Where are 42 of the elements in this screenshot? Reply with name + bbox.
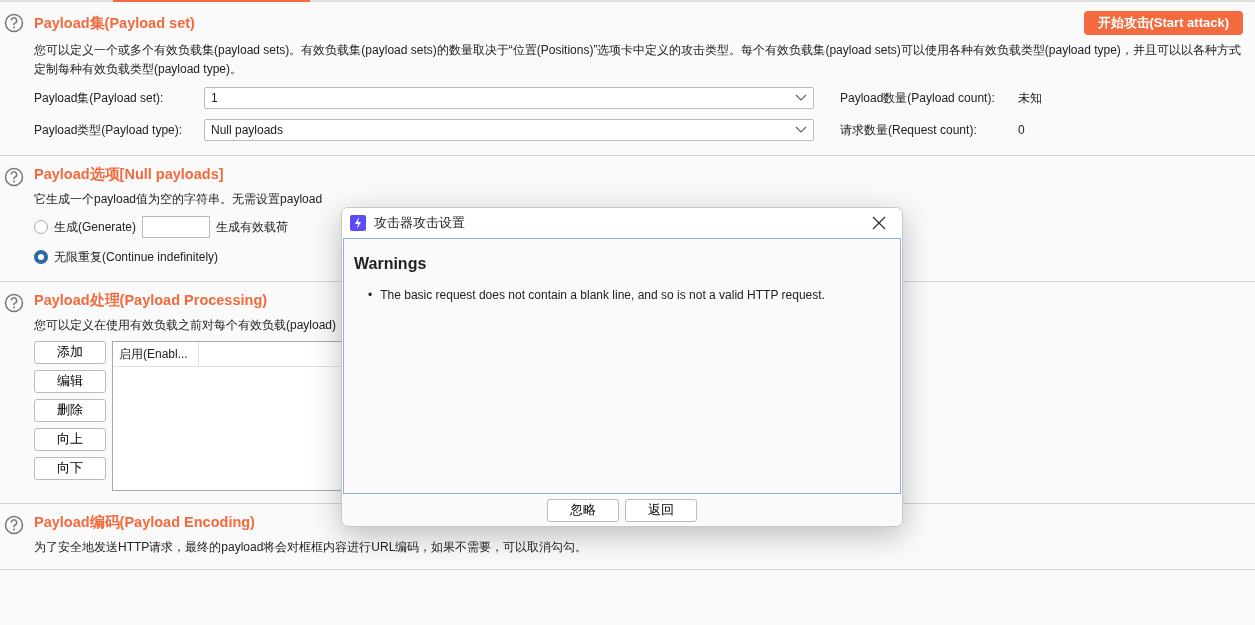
warning-text: The basic request does not contain a blank line, and so is not a valid HTTP request. bbox=[380, 287, 825, 303]
dropdown[interactable]: 1 bbox=[204, 87, 814, 109]
section-description: 您可以定义一个或多个有效负载集(payload sets)。有效负载集(payload sets)的数量取决于“位置(Positions)”选项卡中定义的攻击类型。每个有效负载集(payload sets)可以使用各种有效负载类型(payload type)，并且可以以各种方式定制每种有效负载类型(payload type)。 bbox=[34, 42, 1242, 78]
stat-label: 请求数量(Request count): bbox=[840, 121, 978, 139]
dropdown[interactable]: Null payloads bbox=[204, 119, 814, 141]
list-button[interactable]: 添加 bbox=[34, 341, 106, 364]
field-suffix: 生成有效载荷 bbox=[216, 218, 289, 236]
column-header[interactable]: 启用(Enabl... bbox=[113, 342, 199, 366]
close-icon[interactable] bbox=[872, 216, 886, 230]
chevron-down-icon bbox=[795, 126, 807, 134]
section-title: Payload编码(Payload Encoding) bbox=[34, 513, 255, 532]
list-button[interactable]: 删除 bbox=[34, 399, 106, 422]
help-icon[interactable] bbox=[4, 293, 24, 313]
stat-value: 未知 bbox=[1018, 89, 1042, 107]
list-button[interactable]: 编辑 bbox=[34, 370, 106, 393]
lightning-icon bbox=[350, 215, 366, 231]
section-description: 您可以定义在使用有效负载之前对每个有效负载(payload) bbox=[34, 317, 338, 334]
radio-button[interactable] bbox=[34, 250, 48, 264]
field-label: Payload集(Payload set): bbox=[34, 89, 165, 107]
radio-button[interactable] bbox=[34, 220, 48, 234]
section-description: 为了安全地发送HTTP请求，最终的payload将会对框框内容进行URL编码，如果不需要，可以取消勾勾。 bbox=[34, 539, 589, 556]
dialog-button[interactable]: 忽略 bbox=[547, 498, 619, 522]
list-button[interactable]: 向上 bbox=[34, 428, 106, 451]
list-button[interactable]: 向下 bbox=[34, 457, 106, 480]
radio-label: 无限重复(Continue indefinitely) bbox=[54, 248, 219, 266]
section-title: Payload处理(Payload Processing) bbox=[34, 291, 268, 310]
help-icon[interactable] bbox=[4, 13, 24, 33]
section-title: Payload选项[Null payloads] bbox=[34, 165, 224, 184]
radio-label: 生成(Generate) bbox=[54, 218, 137, 236]
help-icon[interactable] bbox=[4, 167, 24, 187]
section-description: 它生成一个payload值为空的字符串。无需设置payload bbox=[34, 191, 324, 208]
chevron-down-icon bbox=[795, 94, 807, 102]
help-icon[interactable] bbox=[4, 515, 24, 535]
number-field[interactable] bbox=[142, 216, 211, 238]
stat-label: Payload数量(Payload count): bbox=[840, 89, 996, 107]
dialog-title: 攻击器攻击设置 bbox=[374, 214, 466, 232]
bullet: • bbox=[368, 287, 373, 303]
section-title: Payload集(Payload set) bbox=[34, 13, 195, 33]
warnings-heading: Warnings bbox=[354, 255, 428, 273]
field-label: Payload类型(Payload type): bbox=[34, 121, 184, 139]
stat-value: 0 bbox=[1018, 123, 1025, 137]
dialog-button[interactable]: 返回 bbox=[625, 498, 697, 522]
